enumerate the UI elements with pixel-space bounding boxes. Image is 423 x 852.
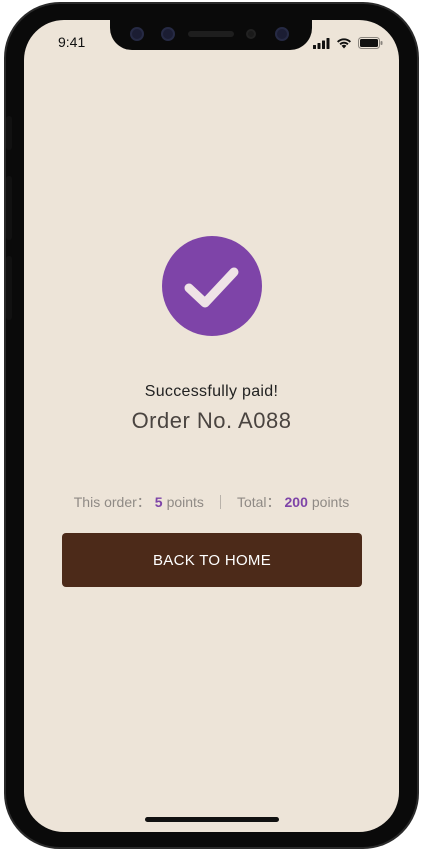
this-order-points-value: 5 bbox=[154, 494, 163, 510]
battery-icon bbox=[358, 37, 383, 49]
notch bbox=[110, 20, 312, 50]
this-order-points-unit: points bbox=[166, 494, 204, 510]
this-order-label: This order： bbox=[73, 494, 151, 510]
points-summary: This order： 5 points Total： 200 points bbox=[24, 492, 399, 512]
divider bbox=[219, 495, 221, 509]
total-points-unit: points bbox=[311, 494, 350, 510]
cellular-signal-icon bbox=[313, 37, 330, 49]
sensor-icon bbox=[130, 27, 144, 41]
wifi-icon bbox=[337, 38, 351, 49]
back-to-home-button[interactable]: BACK TO HOME bbox=[62, 533, 362, 587]
phone-screen: 9:41 Successfully paid! Order No. A088 T… bbox=[24, 20, 399, 832]
volume-down-button bbox=[6, 256, 12, 320]
checkmark-icon bbox=[184, 267, 239, 308]
sensor-icon bbox=[161, 27, 175, 41]
success-badge bbox=[162, 236, 262, 336]
total-label: Total： bbox=[236, 494, 281, 510]
mute-switch bbox=[6, 116, 12, 150]
home-indicator[interactable] bbox=[145, 817, 279, 822]
sensor-icon bbox=[246, 29, 256, 39]
status-icons bbox=[313, 37, 383, 49]
total-points-value: 200 bbox=[284, 494, 308, 510]
payment-status-title: Successfully paid! bbox=[144, 383, 279, 400]
front-camera-icon bbox=[275, 27, 289, 41]
order-number: Order No. A088 bbox=[131, 408, 292, 433]
status-time: 9:41 bbox=[58, 34, 86, 50]
speaker-grille bbox=[188, 31, 234, 37]
volume-up-button bbox=[6, 176, 12, 240]
